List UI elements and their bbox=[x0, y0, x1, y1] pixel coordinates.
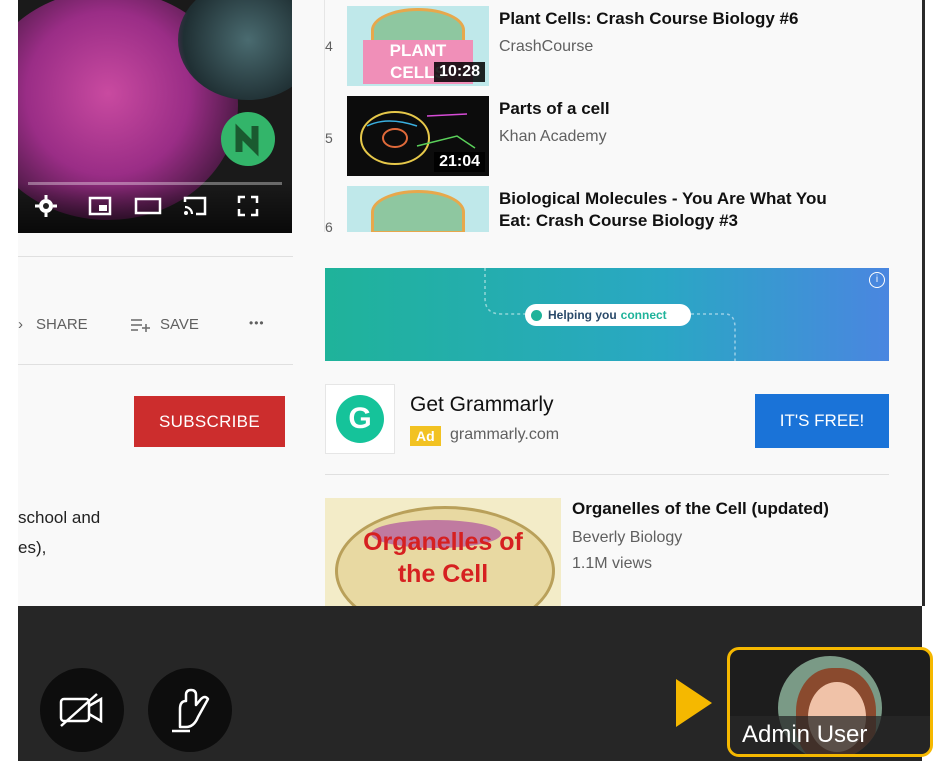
theater-mode-icon[interactable] bbox=[134, 194, 162, 218]
channel-name[interactable]: CrashCourse bbox=[499, 38, 593, 56]
divider bbox=[325, 474, 889, 475]
thumb-line-1: Organelles of bbox=[363, 528, 523, 556]
raise-hand-icon bbox=[172, 688, 210, 733]
playlist-panel: 4 PLANT CELLS 10:28 Plant Cells: Crash C… bbox=[307, 0, 907, 232]
pointer-arrow-icon bbox=[676, 679, 712, 727]
channel-name[interactable]: Khan Academy bbox=[499, 128, 607, 146]
settings-icon[interactable] bbox=[34, 194, 58, 218]
related-video-channel[interactable]: Beverly Biology bbox=[572, 529, 682, 547]
miniplayer-icon[interactable] bbox=[88, 194, 112, 218]
progress-bar[interactable] bbox=[28, 182, 282, 185]
playlist-item[interactable]: 5 21:04 Parts of a cell Khan Academy bbox=[307, 96, 907, 186]
thumb-dome bbox=[371, 190, 465, 232]
video-title[interactable]: Biological Molecules - You Are What You … bbox=[499, 188, 839, 232]
divider bbox=[18, 364, 293, 365]
user-name-label: Admin User bbox=[730, 716, 930, 754]
ad-info-icon[interactable]: i bbox=[869, 272, 885, 288]
pill-text-accent: connect bbox=[620, 308, 667, 322]
video-thumbnail[interactable] bbox=[347, 186, 489, 232]
ad-domain: grammarly.com bbox=[450, 426, 560, 443]
video-column: › SHARE SAVE ••• SUBSCRIBE school and es… bbox=[18, 0, 293, 606]
pill-dot-icon bbox=[531, 309, 542, 321]
fullscreen-icon[interactable] bbox=[236, 194, 260, 218]
subscribe-button[interactable]: SUBSCRIBE bbox=[134, 396, 285, 447]
grammarly-logo[interactable]: G bbox=[325, 384, 395, 454]
channel-watermark-icon bbox=[221, 112, 275, 166]
thumb-line-2: the Cell bbox=[397, 560, 489, 588]
share-separator: › bbox=[18, 316, 23, 333]
camera-off-icon bbox=[59, 693, 103, 727]
video-thumbnail[interactable]: 21:04 bbox=[347, 96, 489, 176]
playlist-item[interactable]: 6 Biological Molecules - You Are What Yo… bbox=[307, 186, 907, 232]
playlist-index: 4 bbox=[325, 38, 333, 54]
ad-banner[interactable]: Helping you connect i bbox=[325, 268, 889, 361]
ad-pill: Helping you connect bbox=[525, 304, 691, 326]
save-label: SAVE bbox=[160, 316, 199, 333]
ad-cta-button[interactable]: IT'S FREE! bbox=[755, 394, 889, 448]
ad-badge: Ad bbox=[410, 426, 441, 446]
ad-title[interactable]: Get Grammarly bbox=[410, 393, 554, 417]
raise-hand-button[interactable] bbox=[148, 668, 232, 752]
playlist-add-icon bbox=[131, 318, 150, 332]
related-video-title[interactable]: Organelles of the Cell (updated) bbox=[572, 499, 829, 519]
related-video-thumbnail[interactable]: Organelles of the Cell bbox=[325, 498, 561, 606]
grammarly-g-icon: G bbox=[336, 395, 384, 443]
pill-text: Helping you bbox=[548, 308, 617, 322]
more-actions-button[interactable]: ••• bbox=[249, 316, 265, 330]
camera-toggle-button[interactable] bbox=[40, 668, 124, 752]
shared-screen: › SHARE SAVE ••• SUBSCRIBE school and es… bbox=[18, 0, 922, 606]
video-player[interactable] bbox=[18, 0, 292, 233]
cast-icon[interactable] bbox=[182, 194, 207, 218]
user-video-tile[interactable]: Admin User bbox=[727, 647, 933, 757]
playlist-index: 6 bbox=[325, 219, 333, 232]
divider bbox=[18, 256, 293, 257]
share-button[interactable]: SHARE bbox=[36, 316, 88, 333]
save-button[interactable]: SAVE bbox=[130, 316, 199, 333]
window-edge-line bbox=[922, 0, 925, 606]
video-duration: 10:28 bbox=[434, 62, 485, 82]
playlist-item[interactable]: 4 PLANT CELLS 10:28 Plant Cells: Crash C… bbox=[307, 6, 907, 96]
video-title[interactable]: Plant Cells: Crash Course Biology #6 bbox=[499, 8, 839, 30]
playlist-index: 5 bbox=[325, 130, 333, 146]
video-thumbnail[interactable]: PLANT CELLS 10:28 bbox=[347, 6, 489, 86]
video-title[interactable]: Parts of a cell bbox=[499, 98, 839, 120]
description-line-1: school and bbox=[18, 508, 101, 527]
related-video-views: 1.1M views bbox=[572, 555, 653, 572]
video-duration: 21:04 bbox=[434, 152, 485, 172]
description-line-2: es), bbox=[18, 538, 47, 557]
